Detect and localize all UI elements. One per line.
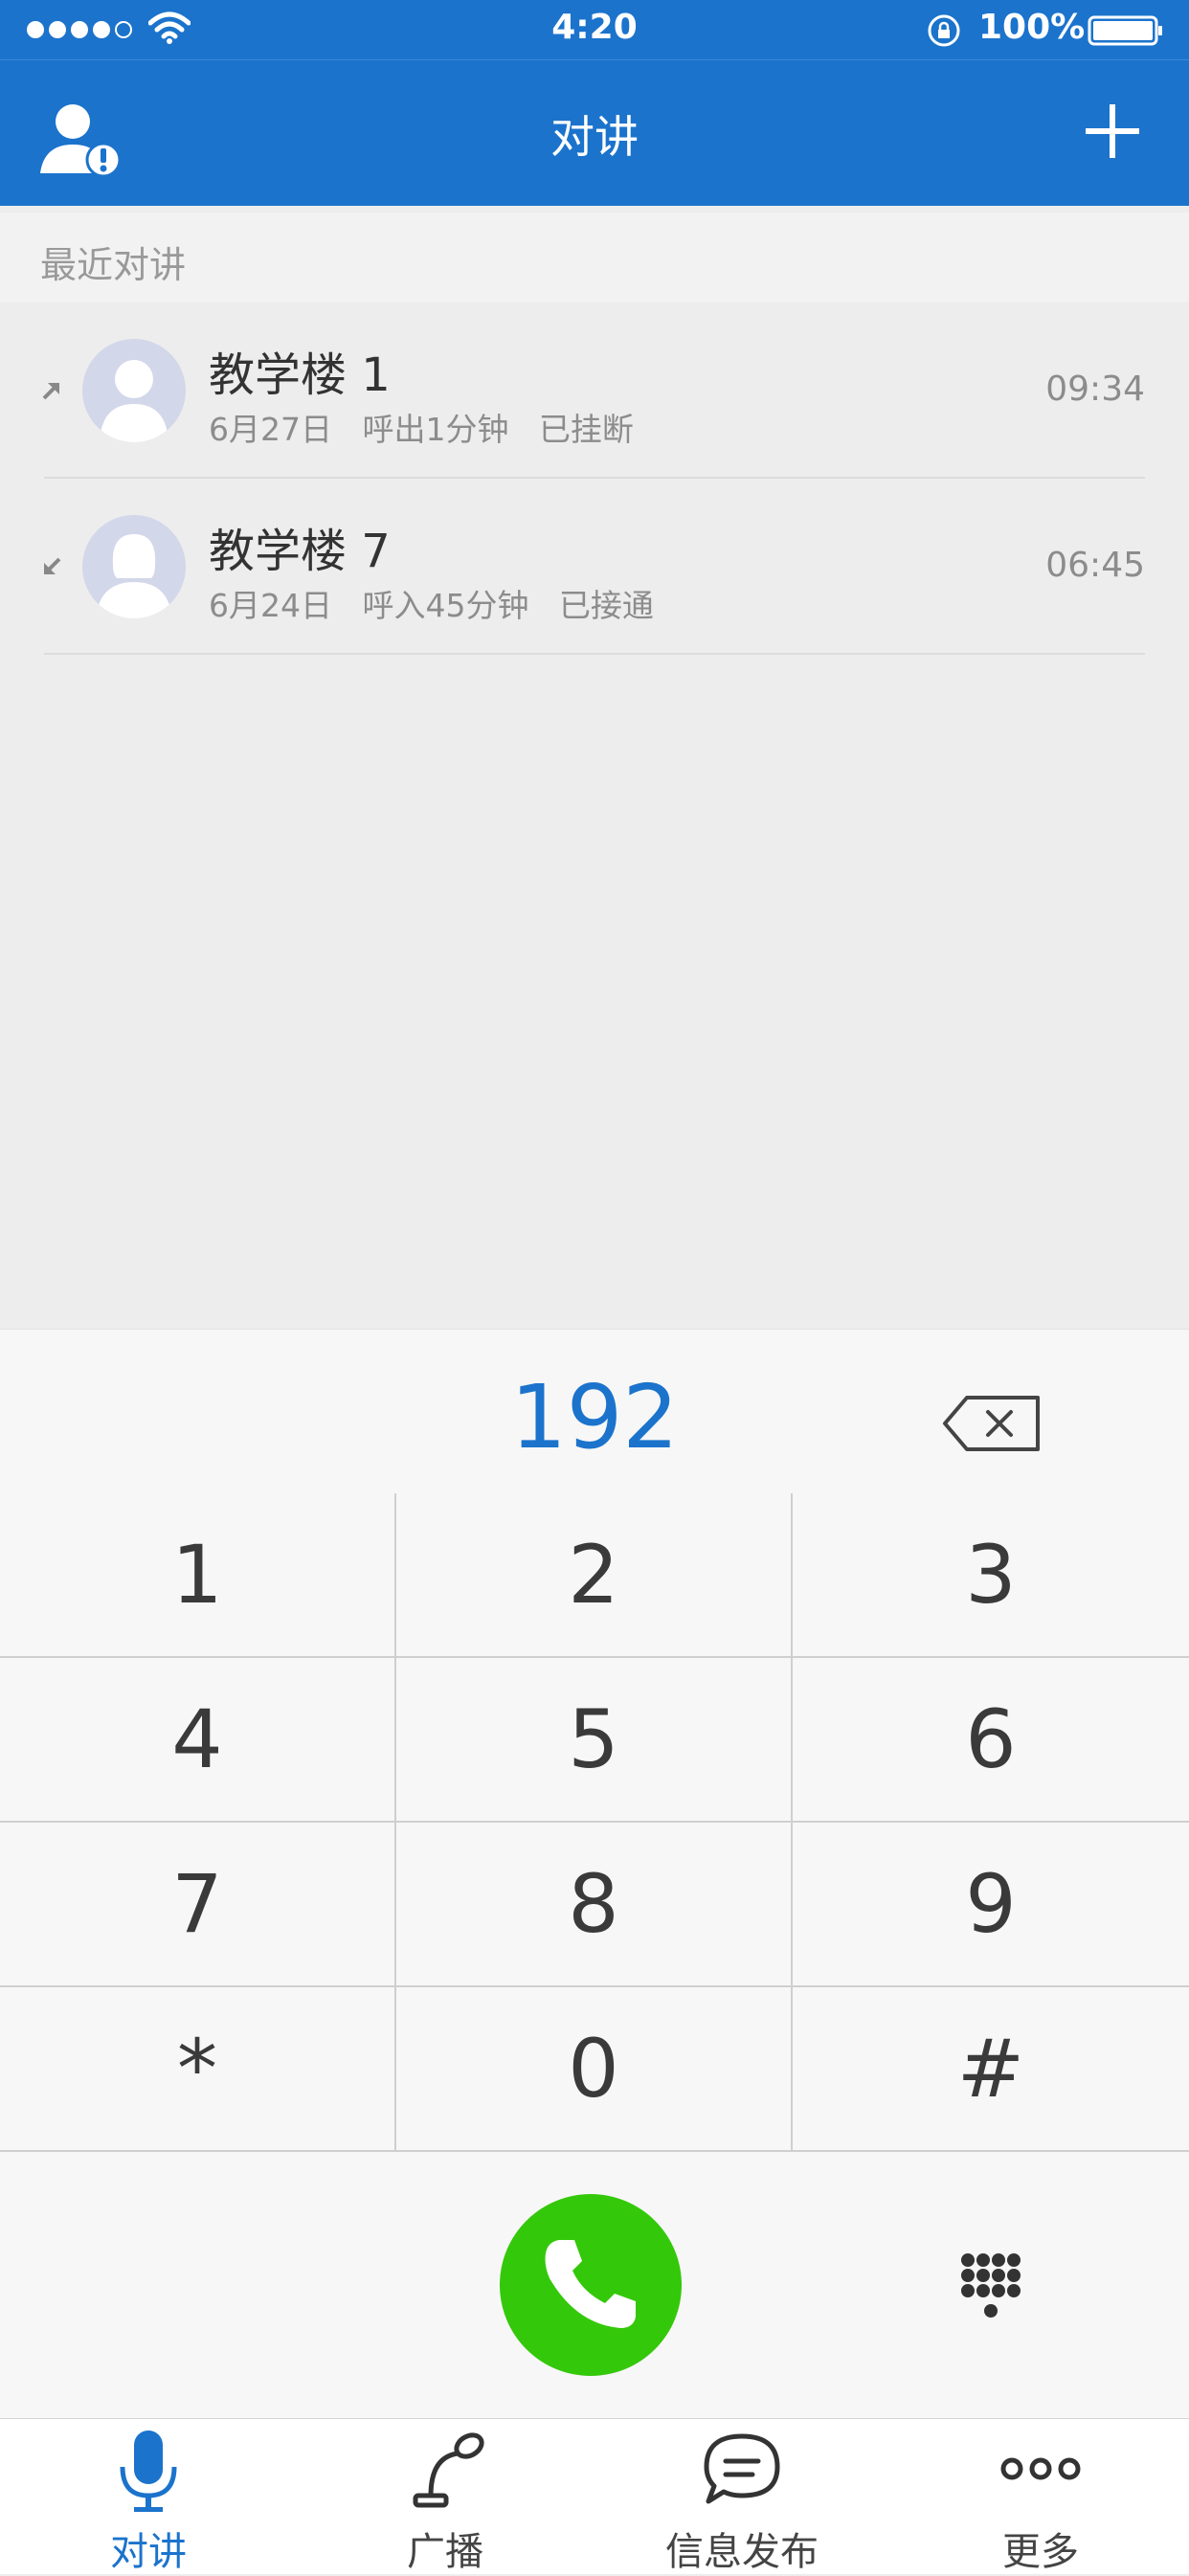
key-1[interactable]: 1 [0,1493,396,1658]
divider [44,653,1145,655]
dial-display: 192 [0,1329,1189,1496]
page-title: 对讲 [550,111,639,163]
tab-label: 信息发布 [665,2530,819,2574]
section-title: 最近对讲 [40,244,187,286]
incoming-arrow-icon [40,555,63,582]
call-time: 06:45 [1045,546,1145,585]
tab-more[interactable]: 更多 [921,2419,1160,2574]
status-bar: 4:20 100% [0,0,1189,59]
microphone-icon [29,2429,268,2519]
battery-icon [1088,15,1164,50]
avatar [82,515,186,618]
key-star[interactable]: * [0,1987,396,2152]
key-8[interactable]: 8 [396,1823,793,1987]
key-3[interactable]: 3 [793,1493,1189,1658]
chat-bubble-icon [622,2429,862,2519]
key-0[interactable]: 0 [396,1987,793,2152]
call-contact-name: 教学楼 7 [209,525,391,578]
more-dots-icon [921,2429,1160,2519]
key-5[interactable]: 5 [396,1658,793,1823]
tab-messages[interactable]: 信息发布 [622,2419,862,2574]
dial-actions [0,2152,1189,2418]
rotation-lock-icon [927,13,961,52]
outgoing-arrow-icon [40,379,63,406]
tab-label: 广播 [407,2530,483,2574]
tab-broadcast[interactable]: 广播 [325,2419,565,2574]
key-9[interactable]: 9 [793,1823,1189,1987]
call-detail: 6月24日 呼入45分钟 已接通 [209,587,654,624]
call-button[interactable] [500,2194,682,2376]
tab-bar: 对讲 广播 信息发布 更多 [0,2418,1189,2574]
broadcast-mic-icon [325,2429,565,2519]
call-contact-name: 教学楼 1 [209,348,391,402]
backspace-icon[interactable] [942,1395,1042,1456]
recent-calls-header: 最近对讲 [0,213,1189,302]
key-4[interactable]: 4 [0,1658,396,1823]
call-log-item[interactable]: 教学楼 7 6月24日 呼入45分钟 已接通 06:45 [0,479,1189,655]
call-detail: 6月27日 呼出1分钟 已挂断 [209,411,634,448]
key-6[interactable]: 6 [793,1658,1189,1823]
keypad-toggle-icon[interactable] [959,2251,1022,2328]
call-time: 09:34 [1045,370,1145,409]
call-log-item[interactable]: 教学楼 1 6月27日 呼出1分钟 已挂断 09:34 [0,302,1189,479]
navigation-bar: 对讲 [0,59,1189,206]
key-2[interactable]: 2 [396,1493,793,1658]
battery-percent: 100% [978,8,1086,47]
keypad: 1 2 3 4 5 6 7 8 9 * 0 # [0,1493,1189,2152]
tab-intercom[interactable]: 对讲 [29,2419,268,2574]
plus-icon[interactable] [1084,102,1141,164]
avatar [82,339,186,442]
key-7[interactable]: 7 [0,1823,396,1987]
tab-label: 更多 [1002,2530,1079,2574]
tab-label: 对讲 [110,2530,187,2574]
key-hash[interactable]: # [793,1987,1189,2152]
